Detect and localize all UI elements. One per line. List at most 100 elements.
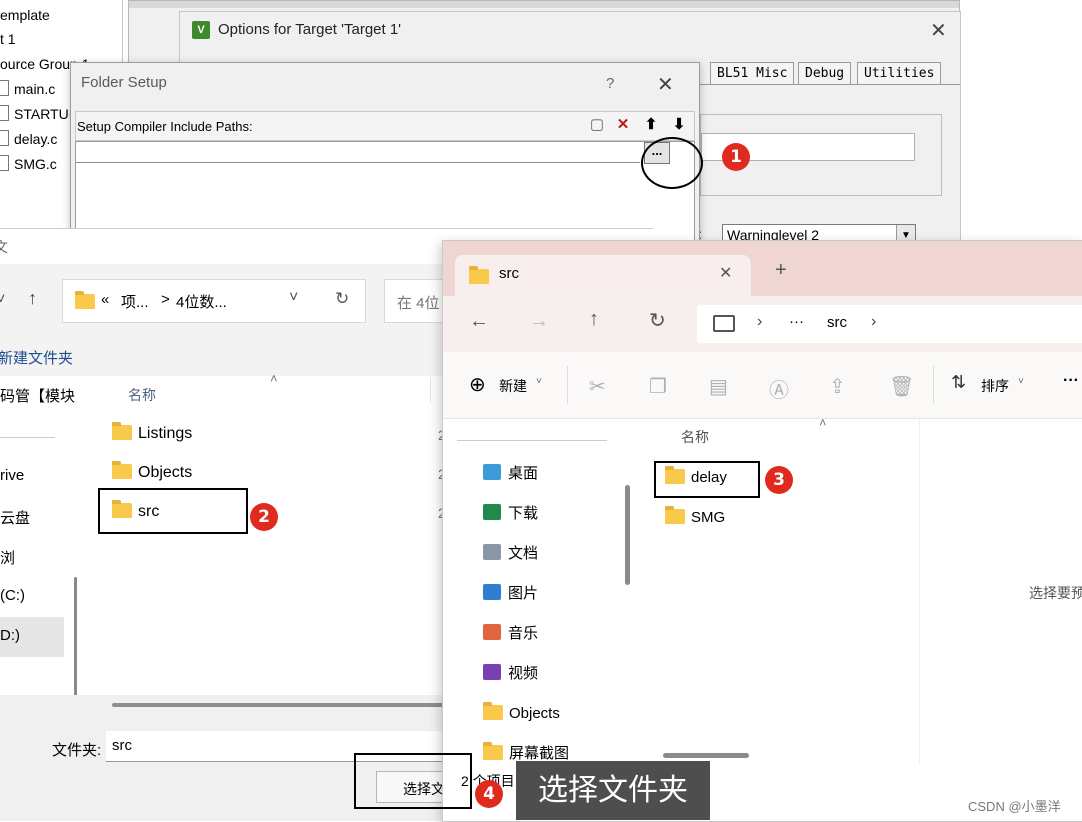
delete-icon[interactable]: 🗑 (889, 374, 914, 399)
address-folder[interactable]: src (827, 314, 847, 331)
sidebar-item[interactable]: 云盘 (0, 507, 30, 528)
sidebar-item[interactable]: 图片📌 (483, 581, 658, 607)
divider (457, 440, 607, 441)
window-strip (129, 1, 959, 8)
tree-item-template[interactable]: emplate (0, 4, 50, 26)
file-icon (0, 155, 9, 171)
chevron-down-icon[interactable]: ˅ (0, 291, 5, 309)
sidebar-item[interactable]: rive (0, 467, 24, 484)
help-button[interactable]: ? (606, 75, 614, 92)
options-dialog-title: Options for Target 'Target 1' (218, 21, 402, 38)
tree-item-smg[interactable]: SMG.c (0, 153, 57, 175)
paste-icon[interactable]: ▤ (709, 374, 728, 399)
back-arrow-icon[interactable]: ← (469, 310, 489, 333)
sort-up-icon: ˄ (819, 415, 827, 430)
sidebar-item-label: 图片 (508, 585, 539, 602)
address-bar[interactable]: › ··· src › (697, 305, 1082, 343)
highlight-box (98, 488, 248, 534)
new-folder-button[interactable]: 新建文件夹 (0, 347, 73, 368)
document-icon (483, 544, 501, 560)
more-button[interactable]: ··· (1063, 372, 1079, 390)
close-icon[interactable]: ✕ (930, 18, 947, 43)
horizontal-scrollbar[interactable] (663, 753, 749, 758)
chevron-down-icon: ˅ (1018, 376, 1024, 387)
rename-icon[interactable]: Ⓐ (769, 374, 789, 403)
tree-item-main[interactable]: main.c (0, 78, 55, 100)
sort-icon: ⇅ (951, 372, 967, 392)
chevron-right-icon: › (757, 313, 763, 330)
highlight-box (654, 461, 760, 498)
list-item-smg[interactable]: SMG (665, 505, 725, 531)
sidebar-item[interactable]: 视频📌 (483, 661, 658, 687)
picture-icon (483, 584, 501, 600)
refresh-icon[interactable]: ↻ (335, 289, 349, 309)
sidebar-item[interactable]: 音乐📌 (483, 621, 658, 647)
list-item-objects[interactable]: Objects (112, 460, 192, 486)
tree-item-target[interactable]: t 1 (0, 28, 16, 50)
breadcrumb-back: « (101, 291, 110, 308)
sidebar-item[interactable]: Objects (483, 701, 560, 727)
folder-icon (469, 266, 489, 284)
folder-icon (483, 702, 503, 720)
sidebar-item[interactable]: 浏 (0, 547, 15, 568)
tab-strip: src ✕ + (443, 241, 1082, 296)
breadcrumb-item[interactable]: 项... (121, 291, 149, 312)
file-icon (0, 105, 9, 121)
move-down-icon[interactable]: ⬇ (669, 115, 689, 135)
sort-button[interactable]: 排序 (981, 376, 1009, 396)
close-icon[interactable]: ✕ (657, 72, 674, 97)
tree-item-label: main.c (14, 81, 56, 97)
tree-item-delay[interactable]: delay.c (0, 128, 57, 150)
add-circle-icon: ⊕ (469, 374, 486, 396)
sidebar-item[interactable]: 码管【模块 (0, 385, 75, 406)
music-icon (483, 624, 501, 640)
computer-icon (713, 315, 735, 332)
up-arrow-icon[interactable]: ↑ (589, 308, 599, 331)
new-icon[interactable]: ▢ (587, 115, 607, 135)
sidebar-item[interactable]: 下载📌 (483, 501, 658, 527)
tab-utilities[interactable]: Utilities (857, 62, 942, 85)
sidebar-item-selected[interactable]: D:) (0, 617, 64, 657)
tree-item-startup[interactable]: STARTUP (0, 103, 78, 125)
new-button[interactable]: 新建 (499, 376, 527, 396)
tree-item-label: delay.c (14, 131, 58, 147)
address-bar[interactable]: « 项... > 4位数... ˅ ↻ (62, 279, 366, 323)
share-icon[interactable]: ⇪ (829, 374, 846, 399)
search-placeholder: 在 4位 (397, 295, 440, 312)
tab-bl51-misc[interactable]: BL51 Misc (710, 62, 795, 85)
dialog-title: 文 (0, 239, 8, 255)
chevron-down-icon[interactable]: ˅ (289, 289, 298, 307)
file-icon (0, 80, 9, 96)
sidebar-item[interactable]: 桌面📌 (483, 461, 658, 487)
include-path-input[interactable] (76, 142, 640, 163)
list-item-listings[interactable]: Listings (112, 421, 192, 447)
delete-icon[interactable]: ✕ (613, 115, 633, 135)
refresh-icon[interactable]: ↻ (649, 308, 666, 333)
step-badge-2: 2 (250, 503, 278, 531)
scrollbar-thumb[interactable] (625, 485, 630, 585)
cut-icon[interactable]: ✂ (589, 374, 606, 399)
address-more-button[interactable]: ··· (789, 313, 804, 330)
scrollbar-thumb[interactable] (74, 577, 77, 707)
sidebar-item-label: Objects (509, 705, 560, 722)
add-tab-button[interactable]: + (775, 259, 787, 282)
list-item-label: SMG (691, 509, 726, 526)
step-badge-1: 1 (722, 143, 750, 171)
copy-icon[interactable]: ❐ (649, 374, 667, 399)
folder-label: 文件夹: (52, 742, 102, 759)
breadcrumb-item[interactable]: 4位数... (176, 291, 227, 312)
tab-src[interactable]: src ✕ (455, 255, 751, 296)
column-header-name[interactable]: 名称 (128, 385, 156, 405)
column-header-name[interactable]: 名称 (681, 427, 709, 447)
move-up-icon[interactable]: ⬆ (641, 115, 661, 135)
sidebar-item-label: 下载 (508, 505, 539, 522)
forward-arrow-icon[interactable]: → (529, 310, 549, 333)
close-tab-icon[interactable]: ✕ (719, 263, 732, 283)
sidebar-item[interactable]: 文档📌 (483, 541, 658, 567)
up-arrow-icon[interactable]: ↑ (28, 288, 37, 309)
sort-up-icon: ˄ (270, 371, 278, 386)
tab-debug[interactable]: Debug (798, 62, 852, 85)
sidebar-item[interactable]: (C:) (0, 587, 25, 604)
horizontal-scrollbar[interactable] (112, 703, 452, 707)
nav-bar: ← → ↑ ↻ › ··· src › (443, 296, 1082, 352)
